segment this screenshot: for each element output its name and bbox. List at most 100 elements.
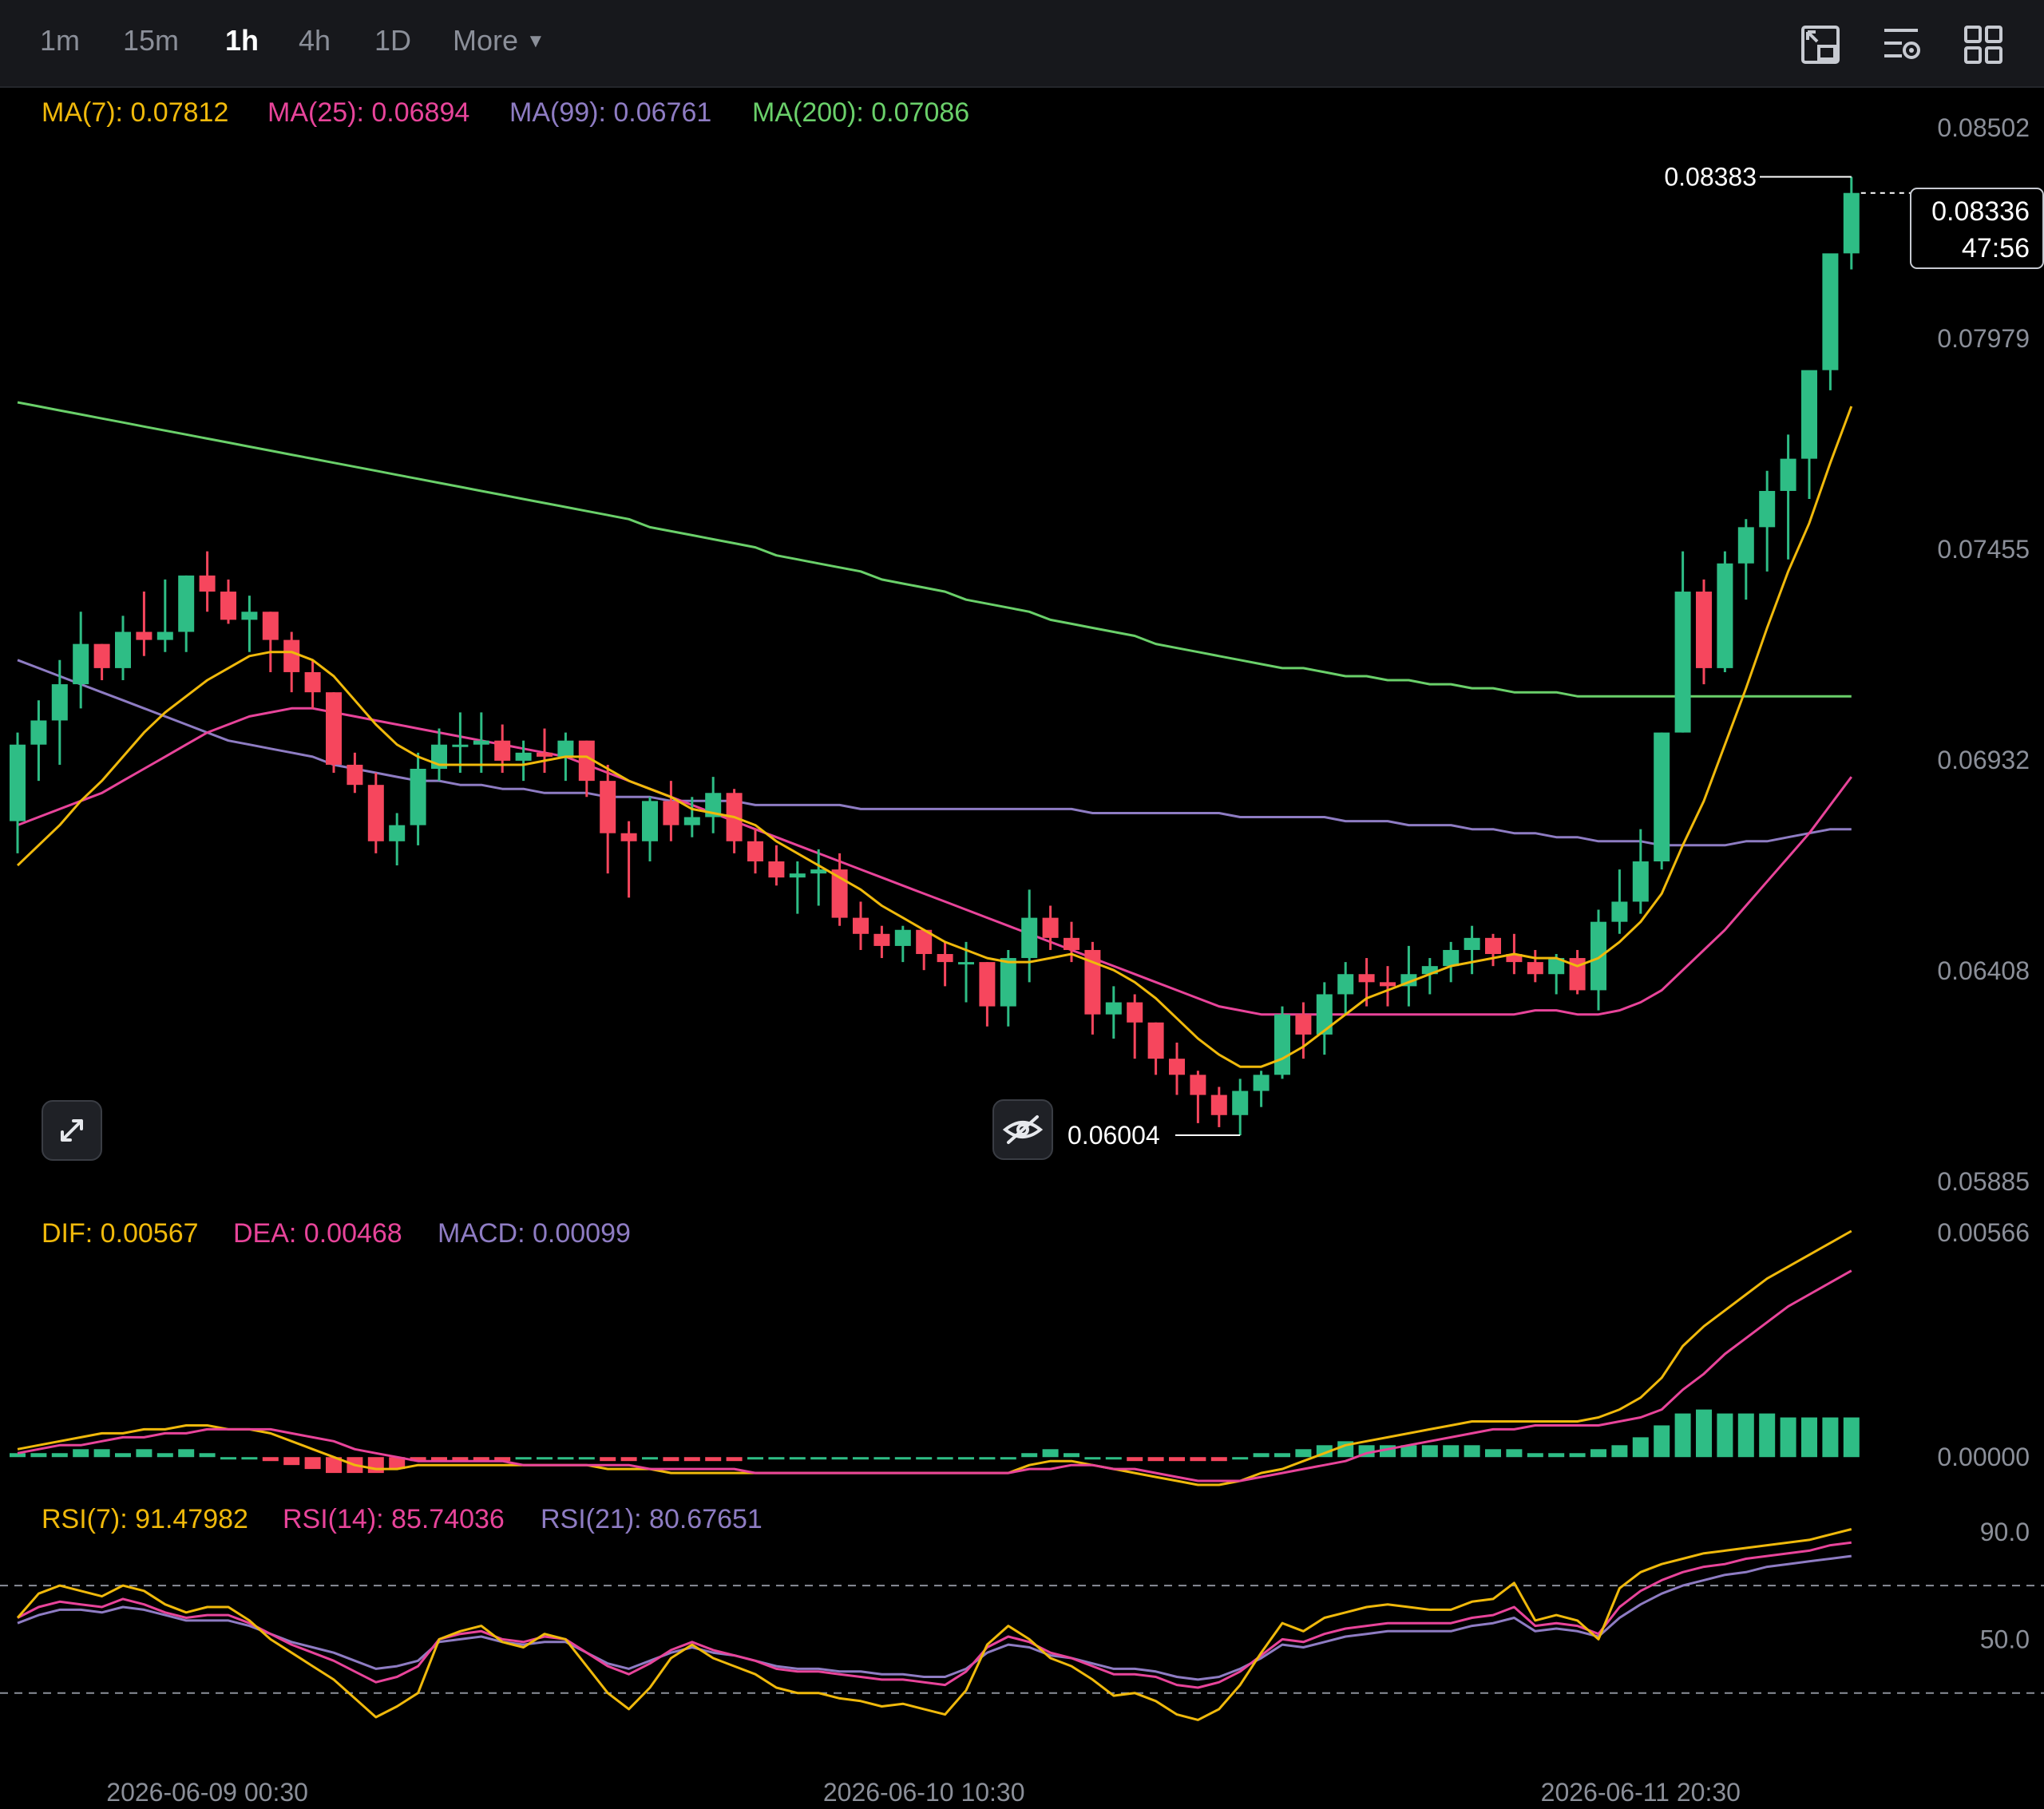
dif-line bbox=[17, 1229, 1852, 1486]
rsi21-legend: RSI(21): 80.67651 bbox=[541, 1504, 763, 1534]
expand-arrows-icon bbox=[61, 1119, 83, 1142]
timeframe-1m[interactable]: 1m bbox=[40, 24, 80, 57]
candle-body bbox=[1253, 1075, 1270, 1091]
macd-histogram-bar bbox=[1464, 1445, 1480, 1458]
timeframe-1h[interactable]: 1h bbox=[225, 24, 259, 57]
macd-histogram-bar bbox=[199, 1453, 216, 1458]
candle-body bbox=[30, 720, 47, 745]
candle-body bbox=[347, 764, 363, 786]
macd-histogram-bar bbox=[1569, 1453, 1586, 1458]
macd-histogram-bar bbox=[1654, 1425, 1670, 1458]
macd-histogram-bar bbox=[1801, 1417, 1817, 1458]
candle-body bbox=[452, 744, 469, 747]
candle-body bbox=[1485, 937, 1501, 955]
price-axis: 0.08502 0.07979 0.07455 0.06932 0.06408 0.058… bbox=[1937, 113, 2030, 1196]
candle-body bbox=[1337, 974, 1354, 995]
macd-histogram-bar bbox=[1632, 1437, 1649, 1458]
macd-lines bbox=[17, 1229, 1852, 1486]
macd-histogram-bar bbox=[1696, 1409, 1712, 1458]
candle-body bbox=[747, 841, 763, 862]
candle-body bbox=[283, 639, 300, 672]
ma200-legend: MA(200): 0.07086 bbox=[752, 97, 969, 128]
price-tick-label: 0.07455 bbox=[1937, 535, 2030, 564]
more-label: More bbox=[453, 24, 519, 57]
candle-body bbox=[494, 740, 511, 761]
macd-histogram-bar bbox=[1105, 1457, 1122, 1460]
candle-body bbox=[873, 933, 890, 946]
candle-body bbox=[1443, 949, 1460, 967]
current-price-label: 0.08336 bbox=[1931, 196, 2030, 227]
candle-body bbox=[1801, 370, 1817, 459]
dif-legend: DIF: 0.00567 bbox=[42, 1218, 199, 1249]
hide-indicators-button[interactable] bbox=[992, 1099, 1053, 1160]
macd-histogram-bar bbox=[1210, 1457, 1227, 1462]
countdown-label: 47:56 bbox=[1962, 233, 2030, 263]
macd-legend: DIF: 0.00567 DEA: 0.00468 MACD: 0.00099 bbox=[42, 1218, 631, 1249]
candle-body bbox=[1064, 937, 1079, 950]
timeframe-4h[interactable]: 4h bbox=[299, 24, 331, 57]
macd-histogram-bar bbox=[1127, 1457, 1143, 1462]
timeframe-1d[interactable]: 1D bbox=[374, 24, 411, 57]
macd-value-legend: MACD: 0.00099 bbox=[438, 1218, 631, 1249]
macd-histogram-bar bbox=[241, 1457, 258, 1460]
price-tick-label: 0.05885 bbox=[1937, 1167, 2030, 1196]
candle-body bbox=[789, 873, 806, 878]
low-marker: 0.06004 bbox=[1068, 1121, 1241, 1150]
macd-histogram-bar bbox=[515, 1457, 532, 1460]
macd-histogram-bar bbox=[10, 1453, 26, 1458]
candle-body bbox=[1042, 917, 1059, 938]
candles bbox=[10, 176, 1860, 1135]
candle-body bbox=[853, 917, 869, 934]
candle-body bbox=[1358, 974, 1375, 983]
price-tick-label: 0.07979 bbox=[1937, 324, 2030, 353]
macd-histogram-bar bbox=[1232, 1457, 1249, 1460]
macd-histogram-bar bbox=[51, 1453, 68, 1458]
macd-histogram-bar bbox=[600, 1457, 616, 1462]
candle-body bbox=[389, 825, 406, 841]
macd-histogram-bar bbox=[810, 1457, 827, 1460]
macd-histogram-bar bbox=[1843, 1417, 1860, 1458]
macd-histogram-bar bbox=[1169, 1457, 1185, 1462]
more-dropdown[interactable]: More ▼ bbox=[453, 24, 545, 57]
candle-body bbox=[1843, 192, 1860, 254]
macd-histogram-bar bbox=[1084, 1457, 1101, 1460]
candle-body bbox=[115, 631, 131, 668]
high-marker: 0.08383 bbox=[1664, 163, 1852, 192]
layout-grid-icon[interactable] bbox=[1963, 24, 2004, 65]
macd-histogram-bar bbox=[115, 1453, 131, 1458]
candle-body bbox=[979, 962, 996, 1007]
macd-histogram-bar bbox=[979, 1457, 996, 1460]
candle-body bbox=[810, 869, 827, 874]
macd-histogram-bar bbox=[747, 1457, 763, 1460]
macd-histogram-bar bbox=[1064, 1453, 1079, 1458]
candle-body bbox=[1127, 1002, 1143, 1023]
macd-histogram-bar bbox=[1443, 1445, 1460, 1458]
fullscreen-chart-icon[interactable] bbox=[1800, 24, 1841, 65]
candle-body bbox=[1316, 994, 1333, 1035]
macd-histogram-bar bbox=[1611, 1445, 1628, 1458]
macd-histogram-bar bbox=[873, 1457, 890, 1460]
candle-body bbox=[1105, 1002, 1122, 1015]
ma-legend: MA(7): 0.07812 MA(25): 0.06894 MA(99): 0… bbox=[42, 97, 969, 128]
candle-body bbox=[1380, 982, 1396, 987]
expand-chart-button[interactable] bbox=[42, 1100, 102, 1161]
candle-body bbox=[1717, 563, 1733, 668]
macd-histogram-bar bbox=[1759, 1413, 1776, 1458]
candle-body bbox=[1737, 527, 1754, 564]
candle-body bbox=[1147, 1022, 1164, 1059]
macd-histogram-bar bbox=[642, 1457, 658, 1460]
macd-histogram-bar bbox=[768, 1457, 785, 1460]
macd-histogram-bar bbox=[620, 1457, 637, 1462]
caret-down-icon: ▼ bbox=[526, 30, 545, 52]
chart-canvas[interactable]: MA(7): 0.07812 MA(25): 0.06894 MA(99): 0… bbox=[0, 86, 2044, 1809]
indicator-settings-icon[interactable] bbox=[1881, 24, 1923, 65]
macd-histogram-bar bbox=[283, 1457, 300, 1466]
timeframe-15m[interactable]: 15m bbox=[123, 24, 179, 57]
macd-histogram-bar bbox=[853, 1457, 869, 1460]
macd-histogram-bar bbox=[726, 1457, 743, 1462]
candle-body bbox=[1527, 962, 1543, 975]
candle-body bbox=[1210, 1095, 1227, 1115]
rsi14-line bbox=[17, 1541, 1852, 1689]
candle-body bbox=[1295, 1014, 1312, 1035]
candle-body bbox=[241, 612, 258, 620]
